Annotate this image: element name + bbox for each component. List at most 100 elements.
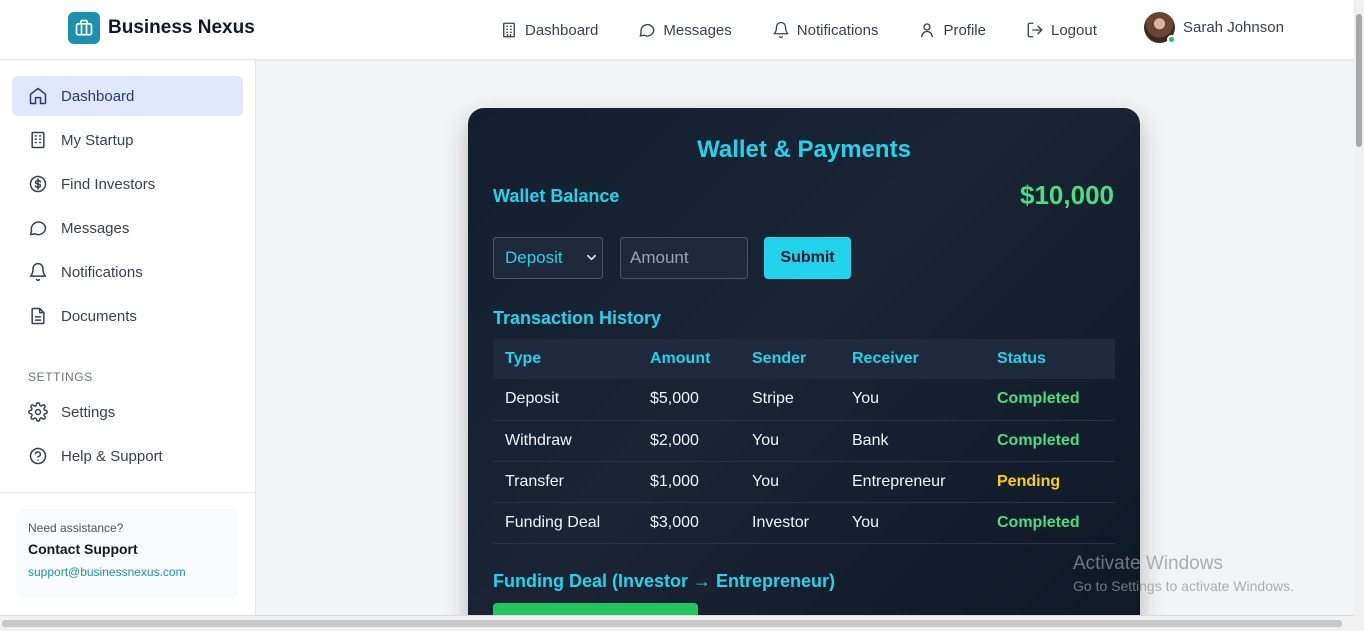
support-box: Need assistance? Contact Support support… bbox=[16, 509, 239, 599]
topnav-profile[interactable]: Profile bbox=[918, 21, 986, 39]
sidebar-item-dashboard[interactable]: Dashboard bbox=[12, 76, 243, 116]
wallet-balance-value: $10,000 bbox=[1020, 180, 1114, 210]
sidebar-item-settings[interactable]: Settings bbox=[12, 392, 243, 432]
wallet-card: Wallet & Payments Wallet Balance $10,000… bbox=[468, 108, 1140, 631]
funding-deal-title: Funding Deal (Investor → Entrepreneur) bbox=[493, 571, 836, 591]
vertical-scroll-thumb[interactable] bbox=[1356, 14, 1362, 147]
help-circle-icon bbox=[29, 447, 47, 465]
cell-type: Deposit bbox=[493, 379, 638, 421]
cell-status: Pending bbox=[985, 461, 1115, 503]
col-amount-header: Amount bbox=[638, 339, 740, 379]
sidebar-item-notifications[interactable]: Notifications bbox=[12, 252, 243, 292]
col-status-header: Status bbox=[985, 339, 1115, 379]
wallet-title: Wallet & Payments bbox=[697, 136, 911, 163]
bell-icon bbox=[773, 21, 789, 39]
sidebar-item-label: Find Investors bbox=[61, 175, 156, 193]
sidebar-item-label: Notifications bbox=[61, 263, 143, 281]
message-icon bbox=[639, 23, 655, 37]
sidebar-item-label: Help & Support bbox=[61, 447, 163, 465]
cell-amount: $5,000 bbox=[638, 379, 740, 421]
support-question: Need assistance? bbox=[28, 521, 124, 535]
cell-amount: $2,000 bbox=[638, 420, 740, 462]
topnav-messages-label: Messages bbox=[663, 21, 732, 39]
home-icon bbox=[29, 87, 47, 105]
cell-receiver: You bbox=[840, 502, 985, 544]
settings-heading: SETTINGS bbox=[28, 370, 93, 384]
support-email-link[interactable]: support@businessnexus.com bbox=[28, 565, 227, 579]
cell-amount: $1,000 bbox=[638, 461, 740, 503]
cell-status: Completed bbox=[985, 379, 1115, 421]
sidebar-item-find-investors[interactable]: Find Investors bbox=[12, 164, 243, 204]
topnav-notifications[interactable]: Notifications bbox=[772, 21, 879, 39]
cell-status: Completed bbox=[985, 502, 1115, 544]
submit-button[interactable]: Submit bbox=[764, 237, 851, 279]
document-icon bbox=[31, 307, 45, 325]
sidebar-item-label: Dashboard bbox=[61, 87, 135, 105]
cell-status: Completed bbox=[985, 420, 1115, 462]
brand[interactable]: Business Nexus bbox=[68, 12, 255, 44]
dollar-circle-icon bbox=[29, 175, 47, 193]
table-row: Funding Deal $3,000 Investor You Complet… bbox=[493, 502, 1115, 544]
topnav-profile-label: Profile bbox=[943, 21, 986, 39]
horizontal-scrollbar[interactable] bbox=[0, 615, 1354, 631]
vertical-scrollbar[interactable] bbox=[1354, 0, 1364, 631]
bell-icon bbox=[29, 262, 47, 282]
wallet-balance-label: Wallet Balance bbox=[493, 186, 620, 206]
topnav-messages[interactable]: Messages bbox=[638, 21, 732, 39]
sidebar: Dashboard My Startup Find Investors Mess… bbox=[0, 60, 256, 615]
sidebar-item-label: Settings bbox=[61, 403, 116, 421]
col-type-header: Type bbox=[493, 339, 638, 379]
message-icon bbox=[29, 221, 47, 236]
sidebar-item-messages[interactable]: Messages bbox=[12, 208, 243, 248]
cell-type: Transfer bbox=[493, 461, 638, 503]
horizontal-scroll-thumb[interactable] bbox=[2, 620, 1342, 627]
chevron-down-icon bbox=[587, 254, 596, 261]
table-row: Withdraw $2,000 You Bank Completed bbox=[493, 420, 1115, 462]
briefcase-icon bbox=[68, 12, 100, 44]
top-nav: Dashboard Messages Notifications Profile… bbox=[500, 0, 1137, 60]
gear-icon bbox=[28, 402, 48, 422]
sidebar-item-documents[interactable]: Documents bbox=[12, 296, 243, 336]
sidebar-item-my-startup[interactable]: My Startup bbox=[12, 120, 243, 160]
cell-sender: You bbox=[740, 420, 840, 462]
sidebar-item-label: My Startup bbox=[61, 131, 134, 149]
cell-type: Withdraw bbox=[493, 420, 638, 462]
sidebar-item-help-support[interactable]: Help & Support bbox=[12, 436, 243, 476]
building-icon bbox=[31, 131, 45, 149]
cell-receiver: Bank bbox=[840, 420, 985, 462]
table-row: Transfer $1,000 You Entrepreneur Pending bbox=[493, 461, 1115, 503]
transaction-table: Type Amount Sender Receiver Status Depos… bbox=[493, 339, 1115, 544]
sidebar-divider bbox=[0, 492, 256, 493]
topnav-dashboard[interactable]: Dashboard bbox=[500, 21, 598, 39]
cell-amount: $3,000 bbox=[638, 502, 740, 544]
col-sender-header: Sender bbox=[740, 339, 840, 379]
top-navbar: Business Nexus Dashboard Messages Notifi… bbox=[0, 0, 1354, 60]
logout-icon bbox=[1027, 22, 1043, 38]
building-icon bbox=[503, 22, 515, 38]
amount-input[interactable] bbox=[620, 237, 748, 279]
sidebar-item-label: Documents bbox=[61, 307, 137, 325]
transaction-type-select[interactable]: Deposit bbox=[493, 237, 603, 279]
online-status-dot bbox=[1167, 35, 1176, 44]
user-icon bbox=[921, 23, 934, 38]
topnav-notifications-label: Notifications bbox=[796, 21, 879, 39]
transaction-type-value: Deposit bbox=[505, 248, 563, 267]
user-menu[interactable]: Sarah Johnson bbox=[1144, 12, 1284, 44]
topnav-logout-label: Logout bbox=[1051, 21, 1097, 39]
cell-type: Funding Deal bbox=[493, 502, 638, 544]
topnav-dashboard-label: Dashboard bbox=[525, 21, 599, 39]
col-receiver-header: Receiver bbox=[840, 339, 985, 379]
sidebar-item-label: Messages bbox=[61, 219, 130, 237]
cell-receiver: You bbox=[840, 379, 985, 421]
cell-sender: Stripe bbox=[740, 379, 840, 421]
avatar bbox=[1144, 12, 1176, 44]
table-row: Deposit $5,000 Stripe You Completed bbox=[493, 379, 1115, 421]
transaction-history-title: Transaction History bbox=[493, 308, 662, 328]
cell-sender: Investor bbox=[740, 502, 840, 544]
cell-receiver: Entrepreneur bbox=[840, 461, 985, 503]
topnav-logout[interactable]: Logout bbox=[1026, 21, 1097, 39]
user-name: Sarah Johnson bbox=[1183, 19, 1284, 36]
cell-sender: You bbox=[740, 461, 840, 503]
support-title: Contact Support bbox=[28, 541, 138, 557]
table-header-row: Type Amount Sender Receiver Status bbox=[493, 339, 1115, 379]
